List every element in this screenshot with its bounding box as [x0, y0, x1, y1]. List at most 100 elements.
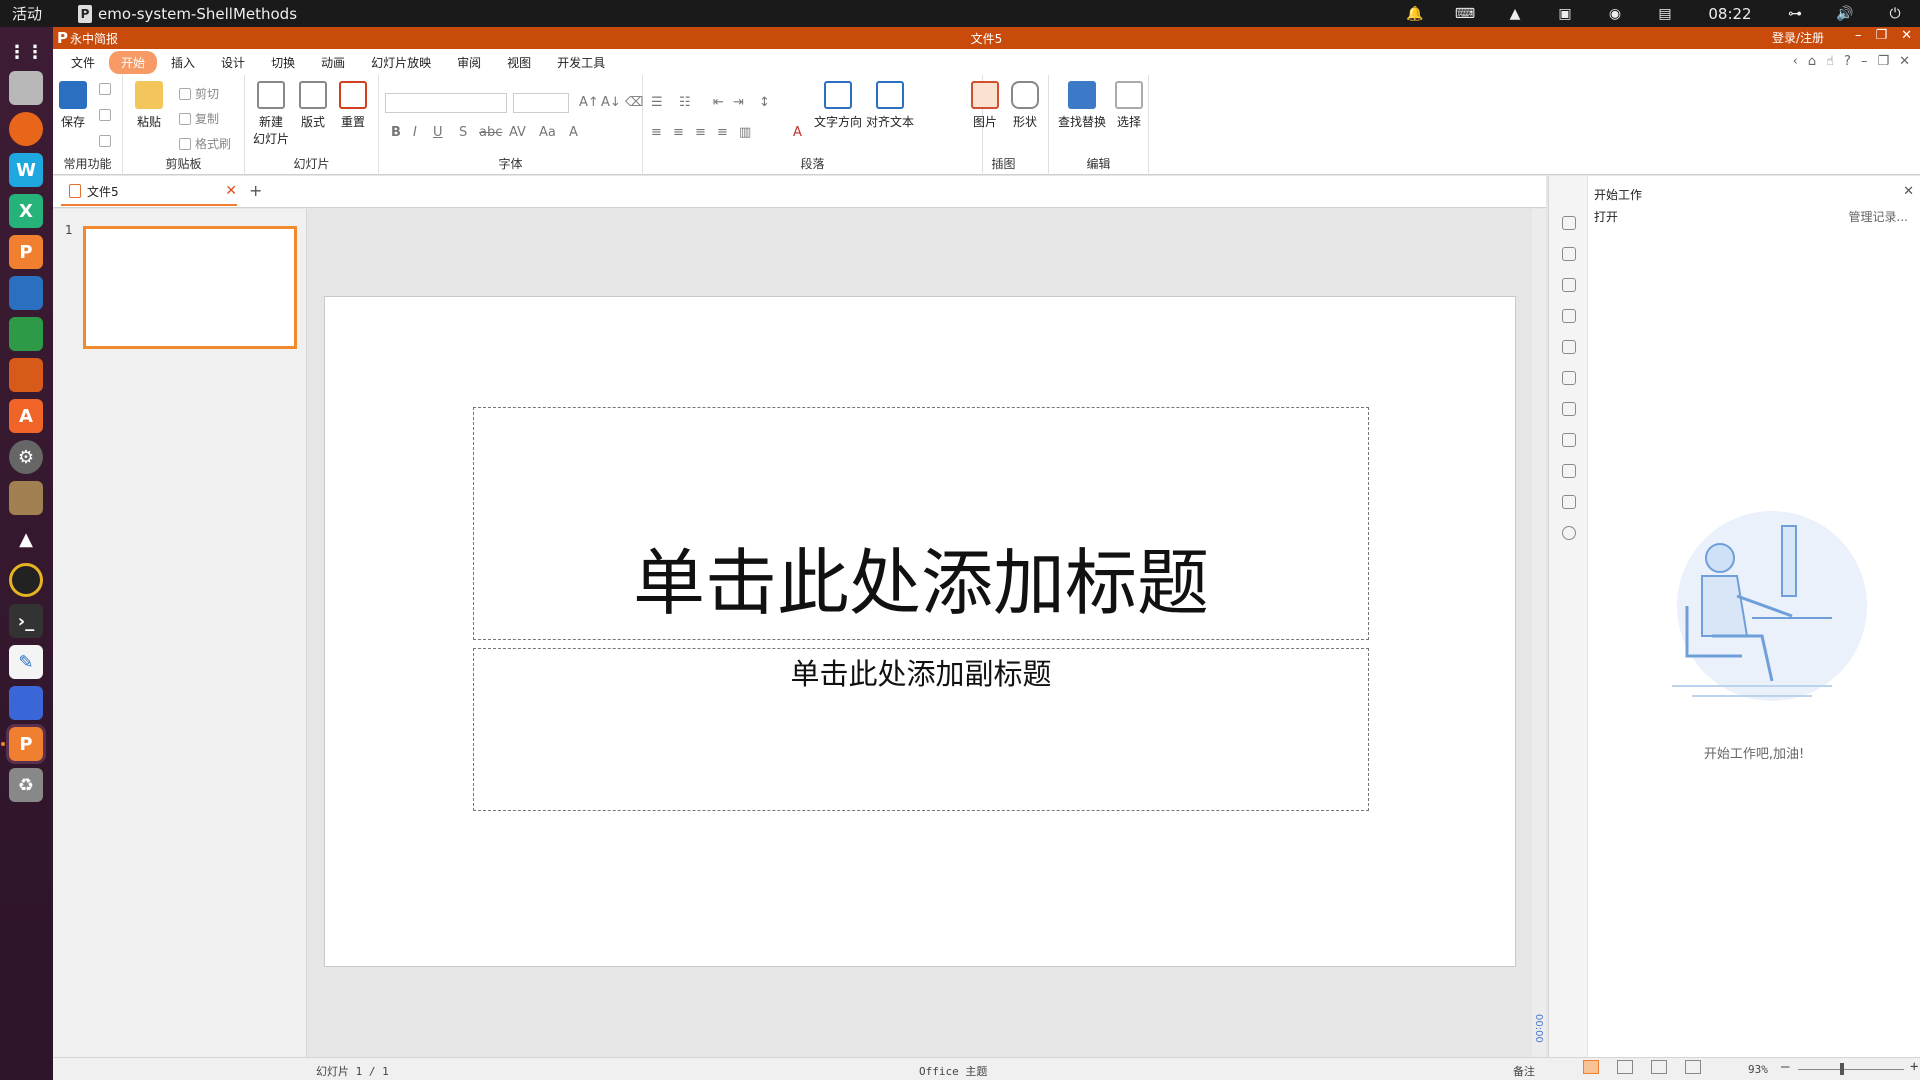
print-button[interactable] — [99, 83, 111, 95]
clip-icon[interactable] — [1562, 433, 1576, 447]
open-link[interactable]: 打开 — [1594, 208, 1618, 225]
restore-icon[interactable]: ❐ — [1875, 28, 1887, 43]
underline-icon[interactable]: U — [433, 125, 443, 140]
shape-button[interactable]: 形状 — [1007, 81, 1043, 130]
help-circle-icon[interactable] — [1562, 526, 1576, 540]
shadow-icon[interactable]: S — [459, 125, 467, 140]
vertical-scrollbar[interactable]: 00:00 — [1532, 209, 1546, 1057]
tab-close-icon[interactable]: ✕ — [225, 183, 237, 199]
copy-button[interactable]: 复制 — [179, 110, 219, 127]
grid-icon[interactable] — [1562, 371, 1576, 385]
back-icon[interactable]: ‹ — [1793, 54, 1798, 69]
title-placeholder[interactable]: 单击此处添加标题 — [473, 407, 1369, 640]
doc-close-icon[interactable]: ✕ — [1899, 54, 1910, 69]
picture-button[interactable]: 图片 — [967, 81, 1003, 130]
font-color-icon[interactable]: A — [569, 125, 578, 140]
cut-button[interactable]: 剪切 — [179, 85, 219, 102]
close-icon[interactable]: ✕ — [1901, 28, 1912, 43]
align-center-icon[interactable]: ≡ — [673, 125, 684, 140]
archive-icon[interactable] — [9, 481, 43, 515]
reset-button[interactable]: 重置 — [335, 81, 371, 130]
justify-icon[interactable]: ≡ — [717, 125, 728, 140]
clear-format-icon[interactable]: ⌫ — [625, 95, 643, 110]
volume-icon[interactable]: 🔊 — [1820, 6, 1870, 22]
bold-icon[interactable]: B — [391, 125, 401, 140]
keyboard-icon[interactable]: ⌨ — [1440, 6, 1490, 22]
doc-restore-icon[interactable]: ❐ — [1877, 54, 1889, 69]
menu-developer[interactable]: 开发工具 — [545, 51, 617, 74]
notes-button[interactable]: 备注 — [1513, 1063, 1535, 1079]
software-center-icon[interactable]: A — [9, 399, 43, 433]
focused-app-indicator[interactable]: P emo-system-ShellMethods — [52, 4, 297, 23]
columns-icon[interactable]: ▥ — [739, 125, 751, 140]
menu-animations[interactable]: 动画 — [309, 51, 357, 74]
puzzle-icon[interactable] — [1562, 340, 1576, 354]
hand-icon[interactable]: ☝ — [1826, 54, 1834, 69]
menu-insert[interactable]: 插入 — [159, 51, 207, 74]
network-icon[interactable]: ⊶ — [1770, 6, 1820, 22]
line-spacing-icon[interactable]: ↕ — [759, 95, 770, 110]
firefox-icon[interactable] — [9, 112, 43, 146]
minimize-icon[interactable]: – — [1855, 28, 1862, 43]
grow-font-icon[interactable]: A↑ — [579, 95, 599, 110]
tab-document[interactable]: 文件5 ✕ — [61, 178, 237, 206]
notification-bell-icon[interactable]: 🔔 — [1390, 6, 1440, 22]
menu-file[interactable]: 文件 — [59, 51, 107, 74]
files-icon[interactable] — [9, 71, 43, 105]
settings-gear-icon[interactable]: ⚙ — [9, 440, 43, 474]
reading-view-icon[interactable] — [1651, 1060, 1667, 1074]
font-size-select[interactable] — [513, 93, 569, 113]
manage-records-link[interactable]: 管理记录... — [1849, 208, 1908, 225]
numbering-icon[interactable]: ☷ — [679, 95, 691, 110]
new-tab-button[interactable]: + — [249, 181, 262, 200]
menu-design[interactable]: 设计 — [209, 51, 257, 74]
increase-indent-icon[interactable]: ⇥ — [733, 95, 744, 110]
screenshot-icon[interactable] — [9, 686, 43, 720]
normal-view-icon[interactable] — [1583, 1060, 1599, 1074]
align-left-icon[interactable]: ≡ — [651, 125, 662, 140]
menu-home[interactable]: 开始 — [109, 50, 158, 74]
paste-button[interactable]: 粘贴 — [131, 81, 167, 130]
shrink-font-icon[interactable]: A↓ — [601, 95, 621, 110]
pages-icon[interactable] — [1562, 464, 1576, 478]
upload-icon[interactable]: ▲ — [1490, 6, 1540, 22]
sorter-view-icon[interactable] — [1617, 1060, 1633, 1074]
activities-button[interactable]: 活动 — [0, 3, 52, 24]
login-register-link[interactable]: 登录/注册 — [1772, 29, 1824, 46]
slide-canvas[interactable]: 单击此处添加标题 单击此处添加副标题 — [324, 296, 1516, 967]
find-replace-button[interactable]: 查找替换 — [1057, 81, 1107, 130]
decrease-indent-icon[interactable]: ⇤ — [713, 95, 724, 110]
select-button[interactable]: 选择 — [1111, 81, 1147, 130]
menu-transitions[interactable]: 切换 — [259, 51, 307, 74]
save-button[interactable]: 保存 — [55, 81, 91, 130]
format-painter-button[interactable]: 格式刷 — [179, 135, 231, 152]
document-icon[interactable] — [9, 276, 43, 310]
adjust-icon[interactable] — [1562, 247, 1576, 261]
zoom-in-button[interactable]: + — [1910, 1059, 1918, 1075]
new-slide-button[interactable]: 新建 幻灯片 — [251, 81, 291, 147]
brush-tool-icon[interactable] — [1562, 309, 1576, 323]
vlc-cone-icon[interactable]: ▲ — [9, 522, 43, 556]
terminal-icon[interactable]: ›_ — [9, 604, 43, 638]
doc-minimize-icon[interactable]: – — [1861, 54, 1868, 69]
clipboard-icon[interactable]: ▤ — [1640, 6, 1690, 22]
change-case-icon[interactable]: Aa — [539, 125, 556, 140]
menu-view[interactable]: 视图 — [495, 51, 543, 74]
slide-thumbnail[interactable] — [83, 226, 297, 349]
presentation-active-icon[interactable]: P — [6, 724, 46, 764]
edit-icon[interactable] — [1562, 495, 1576, 509]
text-direction-button[interactable]: 文字方向 — [813, 81, 863, 130]
bullets-icon[interactable]: ☰ — [651, 95, 663, 110]
subtitle-placeholder[interactable]: 单击此处添加副标题 — [473, 648, 1369, 811]
font-family-select[interactable] — [385, 93, 507, 113]
transform-icon[interactable] — [1562, 402, 1576, 416]
pen-icon[interactable] — [1562, 216, 1576, 230]
impress-icon[interactable] — [9, 358, 43, 392]
presentation-p-icon[interactable]: P — [9, 235, 43, 269]
spreadsheet-x-icon[interactable]: X — [9, 194, 43, 228]
char-spacing-icon[interactable]: AV — [509, 125, 526, 140]
zoom-out-button[interactable]: – — [1781, 1059, 1789, 1075]
clock[interactable]: 08:22 — [1690, 5, 1770, 23]
layout-button[interactable]: 版式 — [295, 81, 331, 130]
align-right-icon[interactable]: ≡ — [695, 125, 706, 140]
